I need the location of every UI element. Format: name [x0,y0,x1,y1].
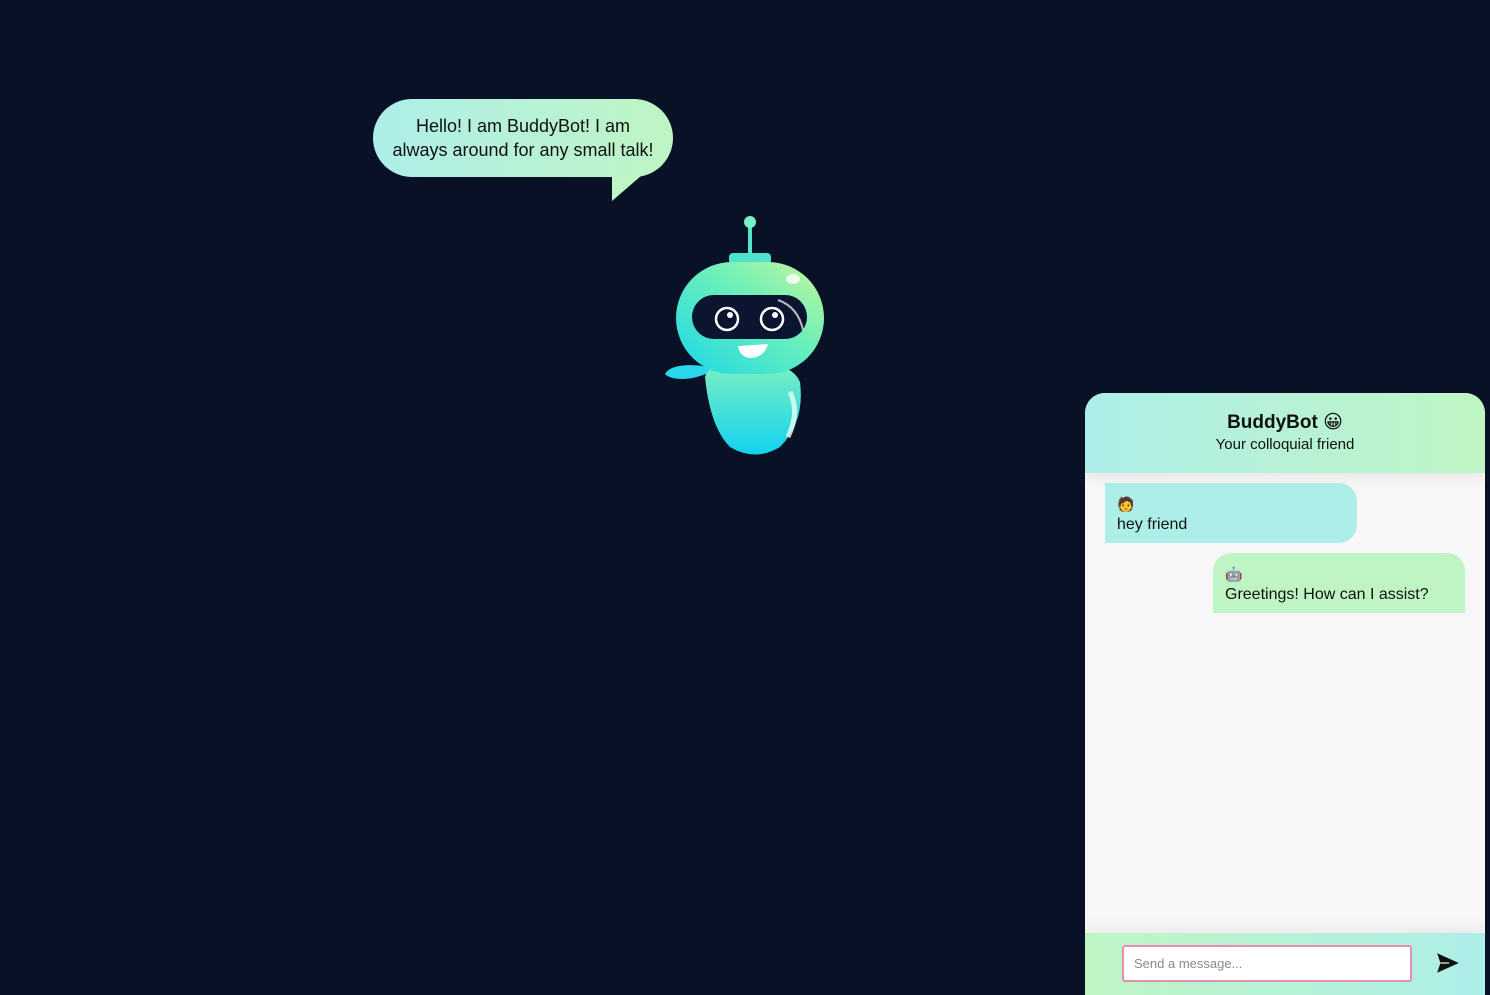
message-list: 🧑 hey friend 🤖 Greetings! How can I assi… [1085,473,1485,933]
chat-title: BuddyBot 😀 [1227,412,1343,433]
message-text: hey friend [1117,516,1188,533]
robot-visor [692,295,807,339]
send-icon [1437,953,1459,973]
send-button[interactable] [1435,950,1461,976]
speech-bubble-text: Hello! I am BuddyBot! I am always around… [392,116,654,160]
speech-bubble: Hello! I am BuddyBot! I am always around… [373,99,673,177]
page: Hello! I am BuddyBot! I am always around… [0,0,1490,995]
speech-bubble-tail [612,176,641,201]
robot-mascot [665,216,824,455]
message-composer [1085,933,1485,995]
chat-widget: BuddyBot 😀 Your colloquial friend 🧑 hey … [1085,393,1485,995]
bot-message: 🤖 Greetings! How can I assist? [1213,553,1465,613]
chat-subtitle: Your colloquial friend [1215,436,1355,453]
bot-avatar-icon: 🤖 [1225,566,1243,582]
robot-body [705,362,801,455]
message-text: Greetings! How can I assist? [1225,586,1429,603]
user-avatar-icon: 🧑 [1117,496,1135,512]
robot-antenna-tip [744,216,756,228]
message-input[interactable] [1122,945,1412,982]
user-message: 🧑 hey friend [1105,483,1357,543]
chat-header: BuddyBot 😀 Your colloquial friend [1085,393,1485,473]
